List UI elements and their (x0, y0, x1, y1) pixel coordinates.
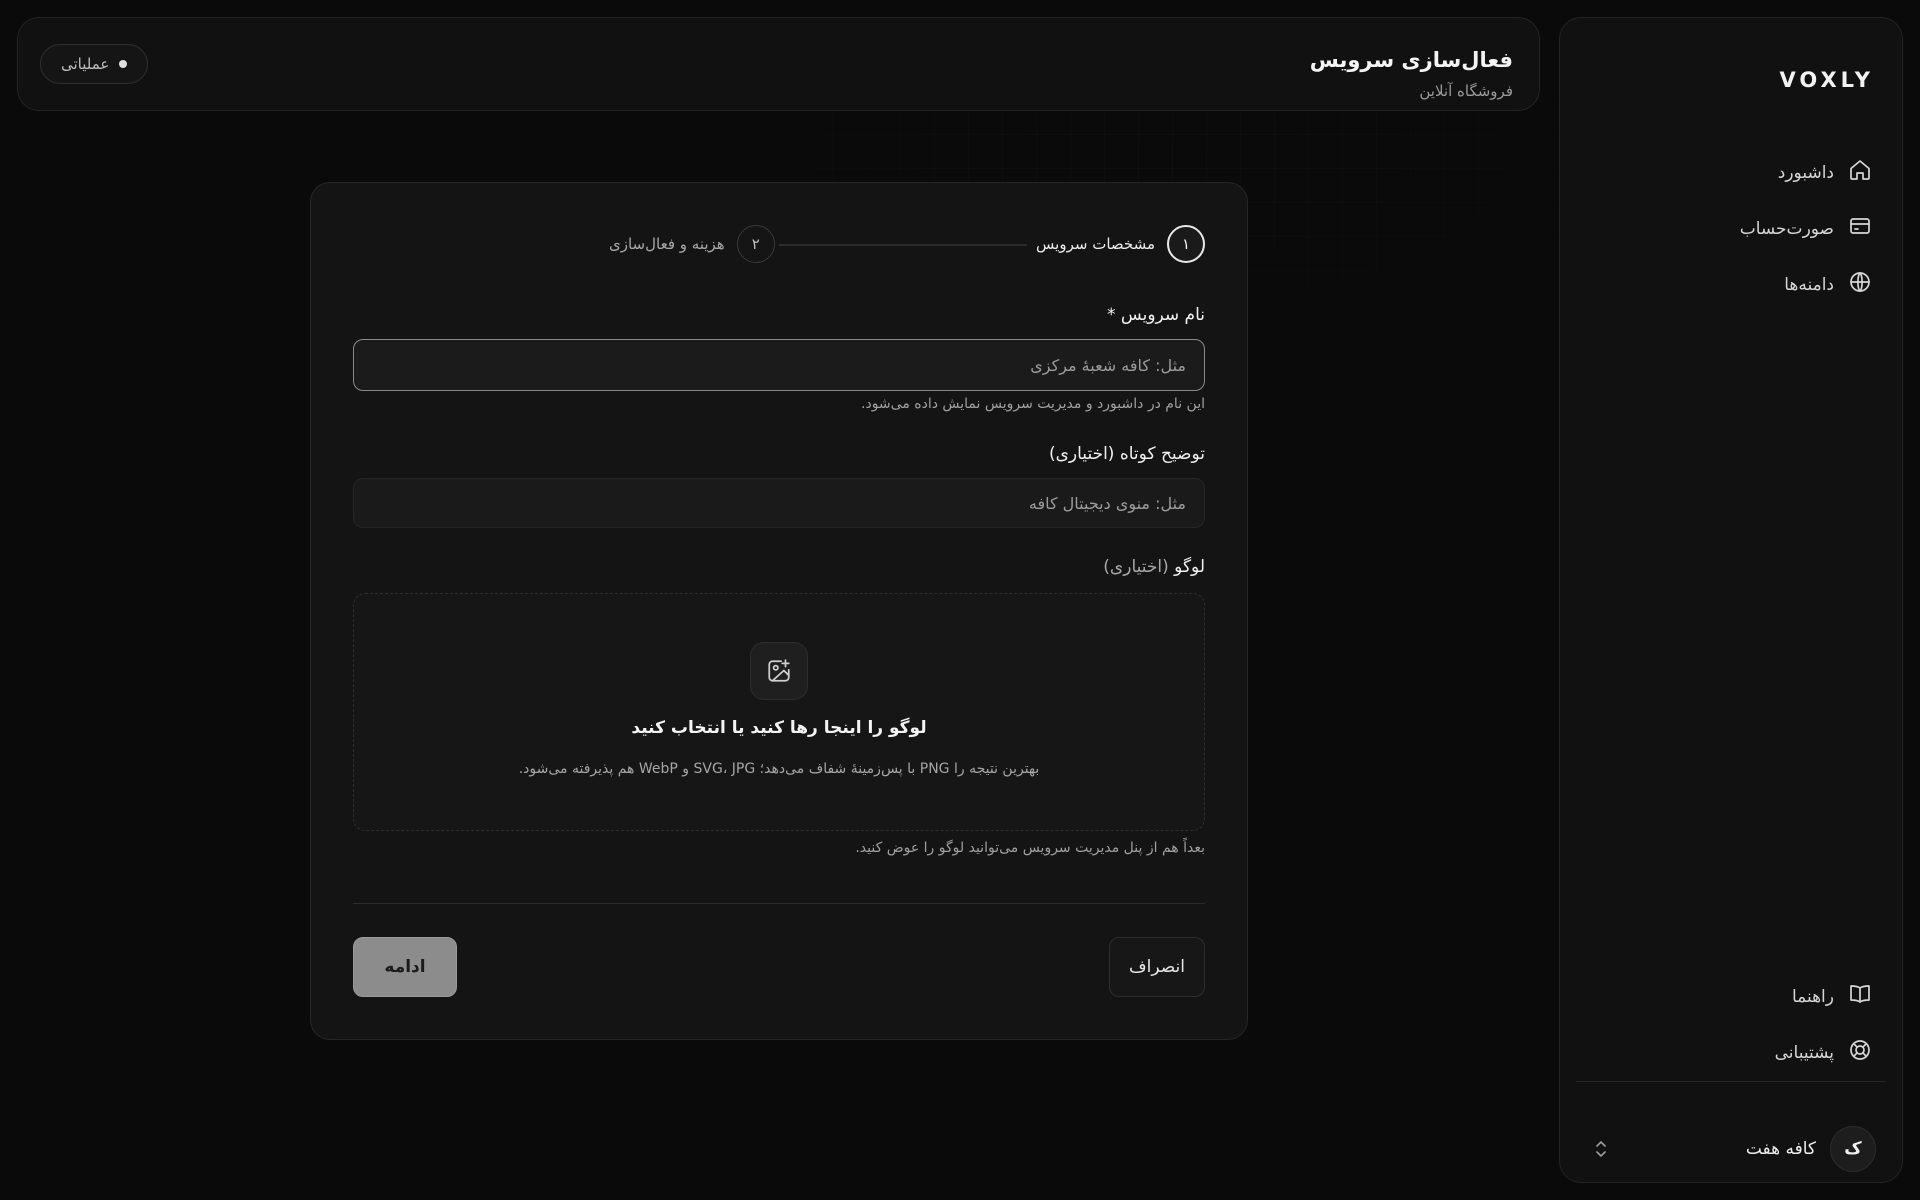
description-optional-text: (اختیاری) (1048, 444, 1115, 464)
description-input[interactable] (353, 478, 1205, 528)
dropzone-title: لوگو را اینجا رها کنید یا انتخاب کنید (631, 718, 927, 738)
account-switcher[interactable]: ک کافه هفت (1586, 1126, 1876, 1172)
lifebuoy-icon (1848, 1038, 1872, 1067)
sidebar: VOXLY داشبورد صورت‌حساب دامنه‌ها راهنما … (1559, 17, 1903, 1183)
brand-logo: VOXLY (1779, 68, 1874, 92)
logo-label-text: لوگو (1174, 557, 1205, 577)
logo-hint: بعداً هم از پنل مدیریت سرویس می‌توانید ل… (855, 840, 1205, 856)
service-name-input[interactable] (353, 339, 1205, 391)
logo-optional-text: (اختیاری) (1103, 557, 1169, 577)
sidebar-item-domains[interactable]: دامنه‌ها (1784, 270, 1872, 299)
step-number: ۱ (1167, 225, 1205, 263)
service-name-label: نام سرویس * (1107, 305, 1205, 325)
environment-badge[interactable]: عملیاتی (40, 44, 149, 84)
logo-dropzone[interactable]: لوگو را اینجا رها کنید یا انتخاب کنید به… (353, 593, 1205, 831)
sidebar-item-guide[interactable]: راهنما (1792, 982, 1872, 1011)
home-icon (1848, 158, 1872, 187)
page-subtitle: فروشگاه آنلاین (1419, 82, 1513, 100)
service-name-hint: این نام در داشبورد و مدیریت سرویس نمایش … (861, 396, 1205, 412)
step-service-details: ۱ مشخصات سرویس (1036, 225, 1205, 263)
step-label: مشخصات سرویس (1036, 235, 1155, 253)
description-label: توضیح کوتاه (اختیاری) (1049, 444, 1205, 464)
sidebar-divider (1576, 1081, 1886, 1082)
image-plus-icon (750, 642, 808, 700)
sidebar-item-support[interactable]: پشتیبانی (1775, 1038, 1872, 1067)
page-title: فعال‌سازی سرویس (1309, 48, 1513, 72)
step-number: ۲ (736, 225, 775, 263)
step-cost-activation: ۲ هزینه و فعال‌سازی (609, 225, 775, 263)
credit-card-icon (1848, 214, 1872, 243)
form-divider (353, 903, 1205, 904)
status-dot-icon (119, 60, 128, 68)
environment-label: عملیاتی (61, 55, 110, 73)
step-label: هزینه و فعال‌سازی (609, 235, 725, 253)
continue-button[interactable]: ادامه (353, 937, 457, 997)
account-name: کافه هفت (1745, 1139, 1816, 1159)
cancel-button[interactable]: انصراف (1109, 937, 1205, 997)
stepper-connector (779, 244, 1027, 246)
chevrons-up-down-icon (1592, 1138, 1610, 1160)
sidebar-item-label: دامنه‌ها (1784, 274, 1834, 295)
sidebar-item-label: راهنما (1791, 986, 1834, 1007)
avatar: ک (1830, 1126, 1876, 1172)
activation-form-card: ۱ مشخصات سرویس ۲ هزینه و فعال‌سازی نام س… (310, 182, 1248, 1040)
sidebar-item-dashboard[interactable]: داشبورد (1778, 158, 1872, 187)
top-header: فعال‌سازی سرویس فروشگاه آنلاین عملیاتی (17, 17, 1540, 111)
dropzone-subtitle: بهترین نتیجه را PNG با پس‌زمینهٔ شفاف می… (518, 761, 1040, 777)
logo-label: لوگو (اختیاری) (1103, 557, 1205, 577)
sidebar-item-label: صورت‌حساب (1739, 218, 1834, 239)
sidebar-item-label: داشبورد (1777, 162, 1834, 183)
stepper: ۱ مشخصات سرویس ۲ هزینه و فعال‌سازی (353, 225, 1205, 263)
description-label-text: توضیح کوتاه (1119, 444, 1205, 464)
sidebar-item-label: پشتیبانی (1774, 1042, 1834, 1063)
globe-icon (1848, 270, 1872, 299)
book-icon (1848, 982, 1872, 1011)
sidebar-item-billing[interactable]: صورت‌حساب (1740, 214, 1872, 243)
